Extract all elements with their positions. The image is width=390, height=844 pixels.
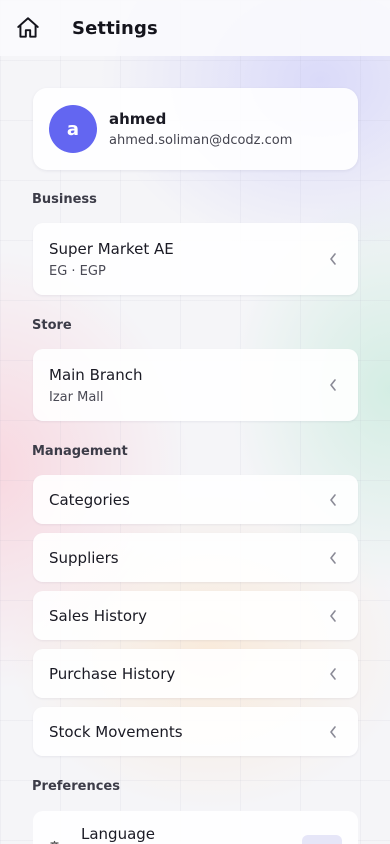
profile-name: ahmed bbox=[109, 110, 167, 128]
store-selector[interactable]: Main Branch Izar Mall bbox=[33, 349, 358, 421]
home-button[interactable] bbox=[0, 0, 56, 56]
profile-info: ahmed ahmed.soliman@dcodz.com bbox=[109, 110, 292, 148]
chevron-left-icon bbox=[330, 551, 336, 564]
chevron-left-icon bbox=[330, 667, 336, 680]
translate-icon bbox=[50, 840, 59, 844]
home-icon bbox=[17, 17, 39, 38]
section-label-preferences: Preferences bbox=[32, 779, 120, 794]
chevron-left-icon bbox=[330, 493, 336, 506]
section-label-management: Management bbox=[32, 444, 128, 459]
section-label-business: Business bbox=[32, 192, 97, 207]
language-label: Language bbox=[81, 825, 156, 843]
store-location: Izar Mall bbox=[49, 389, 104, 405]
menu-item-suppliers[interactable]: Suppliers bbox=[33, 533, 358, 582]
menu-item-sales-history[interactable]: Sales History bbox=[33, 591, 358, 640]
business-selector-text: Super Market AE EG · EGP bbox=[49, 240, 358, 279]
store-selector-text: Main Branch Izar Mall bbox=[49, 366, 358, 405]
store-name: Main Branch bbox=[49, 365, 143, 384]
language-value-badge bbox=[302, 835, 342, 844]
profile-email: ahmed.soliman@dcodz.com bbox=[109, 133, 293, 148]
menu-item-stock-movements[interactable]: Stock Movements bbox=[33, 707, 358, 756]
business-currency: EG · EGP bbox=[49, 263, 106, 279]
business-selector[interactable]: Super Market AE EG · EGP bbox=[33, 223, 358, 295]
section-label-store: Store bbox=[32, 318, 72, 333]
avatar: a bbox=[49, 105, 97, 153]
profile-card[interactable]: a ahmed ahmed.soliman@dcodz.com bbox=[33, 88, 358, 170]
menu-item-label: Purchase History bbox=[49, 664, 176, 683]
page-title: Settings bbox=[72, 17, 158, 39]
language-setting[interactable]: Language bbox=[33, 811, 358, 844]
business-name: Super Market AE bbox=[49, 239, 174, 258]
chevron-left-icon bbox=[330, 725, 336, 738]
menu-item-categories[interactable]: Categories bbox=[33, 475, 358, 524]
menu-item-purchase-history[interactable]: Purchase History bbox=[33, 649, 358, 698]
chevron-left-icon bbox=[330, 609, 336, 622]
menu-item-label: Suppliers bbox=[49, 548, 119, 567]
menu-item-label: Sales History bbox=[49, 606, 148, 625]
app-header: Settings bbox=[0, 0, 390, 56]
chevron-left-icon bbox=[330, 253, 336, 265]
menu-item-label: Stock Movements bbox=[49, 722, 183, 741]
chevron-left-icon bbox=[330, 379, 336, 391]
menu-item-label: Categories bbox=[49, 490, 130, 509]
